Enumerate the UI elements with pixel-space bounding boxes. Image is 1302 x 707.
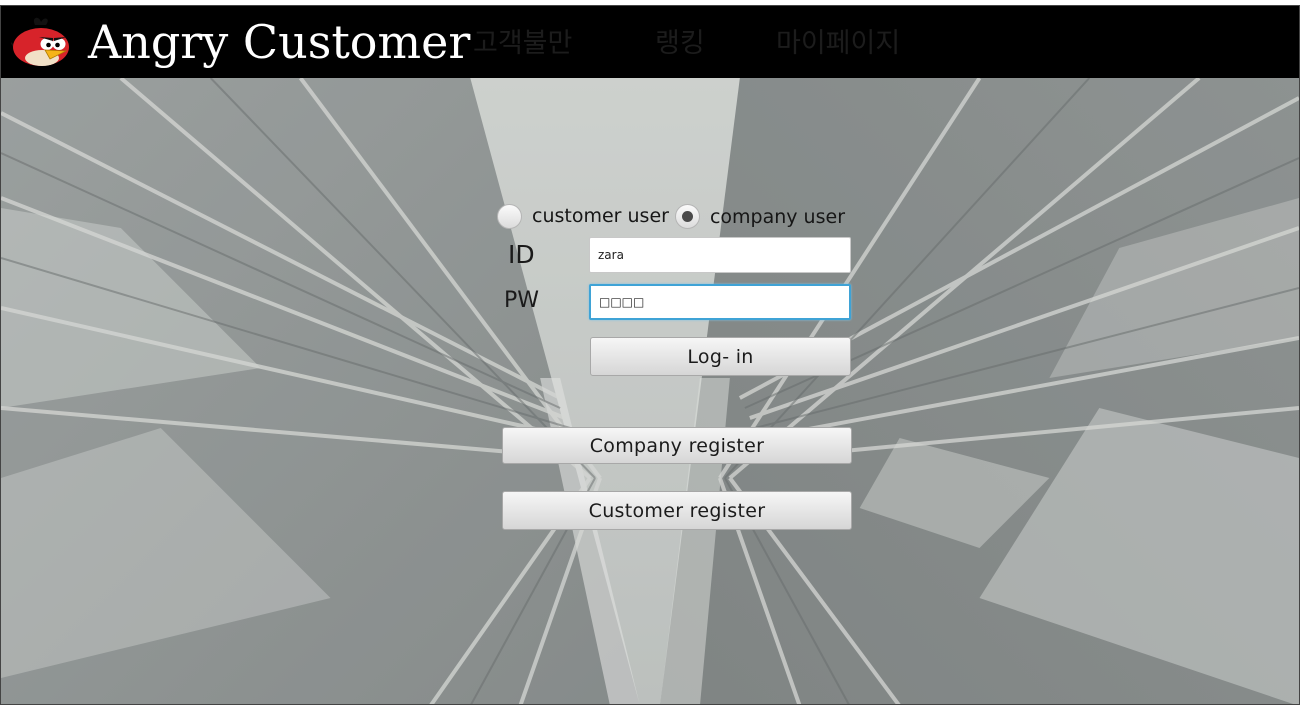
user-type-group: customer user company user xyxy=(497,200,845,232)
nav-complaints[interactable]: 고객불만 xyxy=(473,26,572,62)
customer-register-button[interactable]: Customer register xyxy=(502,491,852,530)
company-register-button[interactable]: Company register xyxy=(502,427,852,464)
pw-label: PW xyxy=(504,288,540,313)
header-bar: Angry Customer 고객불만 랭킹 마이페이지 xyxy=(1,6,1299,78)
id-input[interactable] xyxy=(589,237,851,273)
login-form: customer user company user ID PW Log- in… xyxy=(1,6,1299,704)
nav-ranking[interactable]: 랭킹 xyxy=(655,26,705,62)
customer-user-label: customer user xyxy=(532,205,669,227)
company-user-radio[interactable] xyxy=(674,203,700,229)
angry-bird-icon xyxy=(11,17,69,66)
id-label: ID xyxy=(508,240,535,269)
pw-input[interactable] xyxy=(589,284,851,320)
nav-mypage[interactable]: 마이페이지 xyxy=(776,26,900,62)
app-window: Angry Customer 고객불만 랭킹 마이페이지 customer us… xyxy=(0,5,1300,705)
app-title: Angry Customer xyxy=(88,15,471,69)
login-button[interactable]: Log- in xyxy=(590,337,851,376)
customer-user-radio[interactable] xyxy=(497,203,522,229)
company-user-label: company user xyxy=(709,206,846,228)
